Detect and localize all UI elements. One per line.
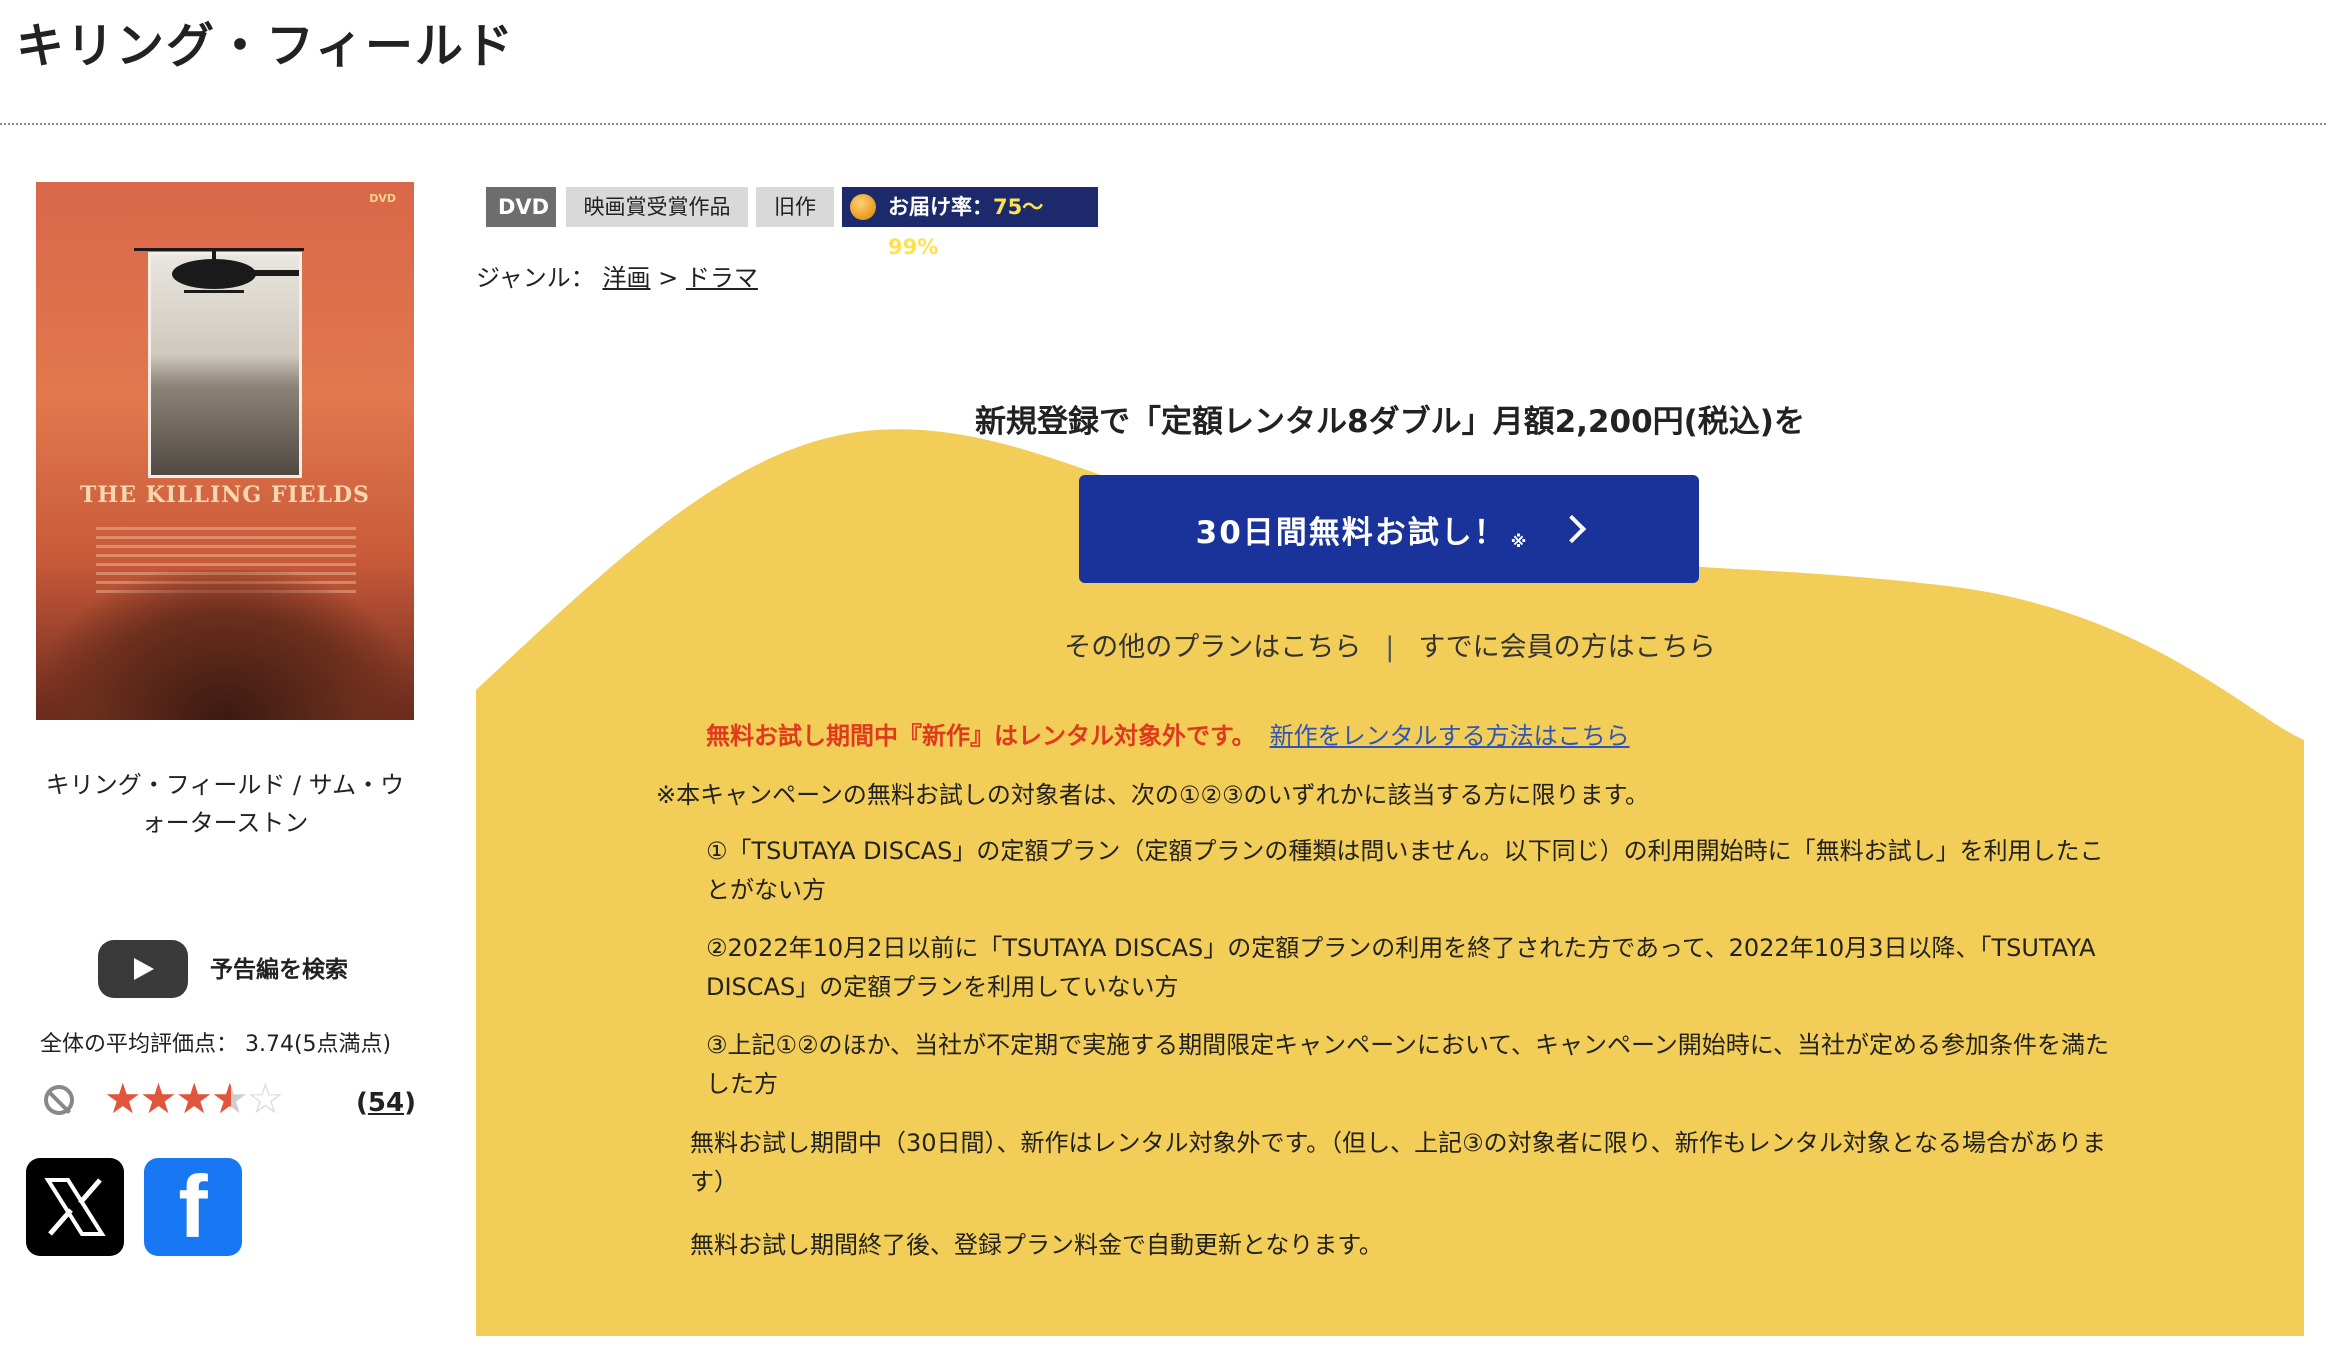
free-trial-label: 30日間無料お試し！ — [1195, 514, 1507, 551]
award-badge: 映画賞受賞作品 — [566, 187, 748, 227]
dvd-mark: DVD — [369, 192, 396, 205]
poster-ground — [36, 570, 414, 720]
genre-separator: > — [658, 264, 679, 292]
free-trial-button[interactable]: 30日間無料お試し！ ※ — [1079, 475, 1699, 583]
star-rating: ★★★★☆ — [104, 1078, 284, 1120]
review-count-open: ( — [356, 1088, 368, 1118]
plan-links: その他のプランはこちら | すでに会員の方はこちら — [476, 625, 2304, 664]
x-logo-icon — [44, 1178, 106, 1236]
eligibility-condition-2: ②2022年10月2日以前に「TSUTAYA DISCAS」の定額プランの利用を… — [706, 934, 2096, 1001]
not-interested-icon[interactable] — [44, 1085, 74, 1115]
new-release-rental-link[interactable]: 新作をレンタルする方法はこちら — [1270, 722, 1630, 750]
delivery-rate-label: お届け率： — [888, 195, 993, 219]
facebook-f-icon: f — [178, 1157, 208, 1256]
delivery-rate-icon — [850, 194, 876, 220]
free-trial-note-mark: ※ — [1510, 531, 1529, 551]
review-count-link[interactable]: (54) — [356, 1088, 416, 1118]
genre-link-drama[interactable]: ドラマ — [686, 264, 758, 292]
average-rating-text: 全体の平均評価点： 3.74(5点満点) — [40, 1032, 392, 1057]
eligibility-condition-3: ③上記①②のほか、当社が不定期で実施する期間限定キャンペーンにおいて、キャンペー… — [706, 1031, 2110, 1098]
campaign-eligibility-intro: ※本キャンペーンの無料お試しの対象者は、次の①②③のいずれかに該当する方に限りま… — [656, 781, 1650, 809]
title-cast-caption: キリング・フィールド / サム・ウォーターストン — [45, 771, 405, 837]
title-divider — [0, 123, 2326, 125]
star-empty-icon: ☆ — [246, 1074, 285, 1123]
trailer-search-button[interactable] — [98, 940, 188, 998]
play-icon — [134, 958, 154, 980]
promo-headline: 新規登録で「定額レンタル8ダブル」月額2,200円(税込)を — [975, 404, 1805, 440]
facebook-share-button[interactable]: f — [144, 1158, 242, 1256]
other-plans-link[interactable]: その他のプランはこちら — [1064, 632, 1361, 663]
chevron-right-icon — [1558, 514, 1587, 544]
dvd-cover-image[interactable]: DVD THE KILLING FIELDS — [36, 182, 414, 720]
format-badge: DVD — [486, 187, 556, 227]
delivery-rate-badge: お届け率：75〜99% — [842, 187, 1098, 259]
page-title: キリング・フィールド — [16, 18, 516, 74]
star-icon: ★ — [104, 1074, 142, 1123]
existing-member-link[interactable]: すでに会員の方はこちら — [1418, 632, 1715, 663]
star-icon: ★ — [175, 1074, 213, 1123]
poster-film-title: THE KILLING FIELDS — [80, 482, 370, 508]
review-count-close: ) — [404, 1088, 416, 1118]
auto-renewal-note: 無料お試し期間終了後、登録プラン料金で自動更新となります。 — [690, 1231, 1383, 1259]
helicopter-icon — [134, 248, 304, 293]
trailer-search-label[interactable]: 予告編を検索 — [210, 950, 348, 984]
new-release-warning: 無料お試し期間中『新作』はレンタル対象外です。 — [706, 722, 1256, 750]
new-release-notice: 無料お試し期間中『新作』はレンタル対象外です。 新作をレンタルする方法はこちら — [706, 716, 1630, 751]
link-separator: | — [1385, 632, 1395, 663]
review-count-value: 54 — [367, 1088, 405, 1118]
genre-breadcrumb: ジャンル： 洋画 > ドラマ — [476, 258, 758, 293]
x-share-button[interactable] — [26, 1158, 124, 1256]
star-icon: ★ — [139, 1074, 178, 1123]
star-half-icon: ★ — [210, 1074, 249, 1123]
eligibility-condition-1: ①「TSUTAYA DISCAS」の定額プラン（定額プランの種類は問いません。以… — [706, 837, 2104, 904]
genre-link-western-film[interactable]: 洋画 — [602, 264, 650, 292]
catalog-age-badge: 旧作 — [756, 187, 834, 227]
trial-period-note: 無料お試し期間中（30日間）、新作はレンタル対象外です。（但し、上記③の対象者に… — [690, 1129, 2106, 1196]
genre-label: ジャンル： — [476, 264, 595, 292]
